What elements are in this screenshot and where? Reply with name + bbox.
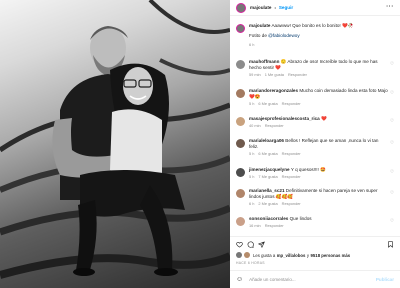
likes-count[interactable]: 9518 personas más [311,253,351,258]
heart-outline-icon[interactable] [236,241,243,248]
speech-bubble-icon[interactable] [247,241,254,248]
comment-time: 5 h [249,173,255,179]
reply-button[interactable]: Responder [265,223,284,228]
likes-user[interactable]: mp_villalobos [277,253,306,258]
comment-text: ❤️ [321,116,327,121]
comment-username[interactable]: mauhoffmann [249,59,279,64]
post-side-panel: majoulate • Seguir ··· majoulate Aaawww!… [230,0,400,288]
author-avatar[interactable] [236,2,246,13]
heart-outline-icon[interactable]: ♡ [390,218,394,224]
comment-item: jimenezjacquelyne Y q quesos!!!! 🤩 5 h7 … [236,167,396,180]
add-comment-bar: ☺ Publicar [230,270,400,288]
reply-button[interactable]: Responder [265,123,284,128]
post-actions-bar [230,236,400,250]
comment-username[interactable]: marianella_sc21 [249,188,285,193]
comment-time: 6 h [249,200,255,206]
reply-button[interactable]: Responder [282,174,301,179]
post-comment-button[interactable]: Publicar [376,277,394,282]
couple-photo-illustration [0,0,230,279]
comment-item: marianella_sc21 Definitivamente si hacen… [236,188,396,206]
reply-button[interactable]: Responder [282,101,301,106]
comment-avatar[interactable] [236,138,245,148]
post-date: HACE 6 HORAS [236,261,265,265]
reply-button[interactable]: Responder [282,201,301,206]
more-dots-icon[interactable]: ··· [386,4,394,10]
comment-avatar[interactable] [236,116,245,126]
comment-avatar[interactable] [236,88,245,98]
smiley-icon[interactable]: ☺ [236,276,243,283]
heart-outline-icon[interactable]: ♡ [390,118,394,124]
bookmark-icon[interactable] [387,241,394,248]
comment-text: Y q quesos!!!! 🤩 [290,167,326,172]
comment-time: 5 h [249,150,255,156]
header-separator: • [274,5,276,10]
heart-outline-icon[interactable]: ♡ [390,140,394,146]
instagram-post-view: majoulate • Seguir ··· majoulate Aaawww!… [0,0,400,288]
comment-item: masajesprofesionalescosta_rica ❤️ 40 min… [236,116,396,129]
reply-button[interactable]: Responder [288,72,307,77]
caption-text: Aaawww! Que bonito es lo bonito! ❤️🥀 [271,23,354,28]
photo-credit-prefix: Fotito de [249,32,267,38]
reply-button[interactable]: Responder [282,151,301,156]
add-comment-input[interactable] [249,277,360,282]
post-header: majoulate • Seguir ··· [230,0,400,16]
comment-item: mauhoffmann 🙂 Abrazo de oso! Increíble t… [236,59,396,77]
comment-username[interactable]: masajesprofesionalescosta_rica [249,116,320,121]
comment-avatar[interactable] [236,167,245,177]
likes-summary: Les gusta a mp_villalobos y 9518 persona… [236,252,350,258]
comment-item: marialeloarga06 Bellos ! Reflejan que se… [236,138,396,156]
comment-time: 16 min [249,222,261,228]
comment-username[interactable]: mariandoreragonzales [249,88,298,93]
caption-avatar[interactable] [236,23,245,33]
comment-likes[interactable]: 1 Me gusta [265,72,284,77]
photo-credit-handle[interactable]: @fabiolodewoy [268,33,299,38]
comment-likes[interactable]: 6 Me gusta [258,101,277,106]
caption-username[interactable]: majoulate [249,23,270,28]
comment-likes[interactable]: 2 Me gusta [258,201,277,206]
comment-likes[interactable]: 7 Me gusta [258,174,277,179]
comment-item: mariandoreragonzales Mucho coin demasiad… [236,88,396,106]
post-photo[interactable] [0,0,230,288]
heart-outline-icon[interactable]: ♡ [390,169,394,175]
comment-item: sonsoniiacorrales Que lindos 16 min Respo… [236,216,396,229]
author-username[interactable]: majoulate [250,5,271,10]
heart-outline-icon[interactable]: ♡ [390,61,394,67]
comment-avatar[interactable] [236,59,245,69]
heart-outline-icon[interactable]: ♡ [390,190,394,196]
comment-time: 59 min [249,71,261,77]
comment-avatar[interactable] [236,216,245,226]
comments-list[interactable]: majoulate Aaawww! Que bonito es lo bonit… [230,18,400,234]
follow-button[interactable]: Seguir [279,5,293,10]
liker-avatar[interactable] [236,252,242,258]
comment-time: 5 h [249,100,255,106]
likes-prefix: Les gusta a [253,252,276,258]
likes-connector: y [306,252,310,258]
comment-likes[interactable]: 6 Me gusta [258,151,277,156]
comment-username[interactable]: marialeloarga06 [249,138,284,143]
heart-outline-icon[interactable]: ♡ [390,90,394,96]
comment-avatar[interactable] [236,188,245,198]
caption-time: 6 h [249,41,255,47]
comment-time: 40 min [249,122,261,128]
paper-plane-icon[interactable] [258,241,265,248]
comment-username[interactable]: sonsoniiacorrales [249,216,288,221]
comment-username[interactable]: jimenezjacquelyne [249,167,290,172]
caption: majoulate Aaawww! Que bonito es lo bonit… [236,23,396,47]
liker-avatar[interactable] [244,252,250,258]
comment-text: Que lindos [289,216,312,221]
